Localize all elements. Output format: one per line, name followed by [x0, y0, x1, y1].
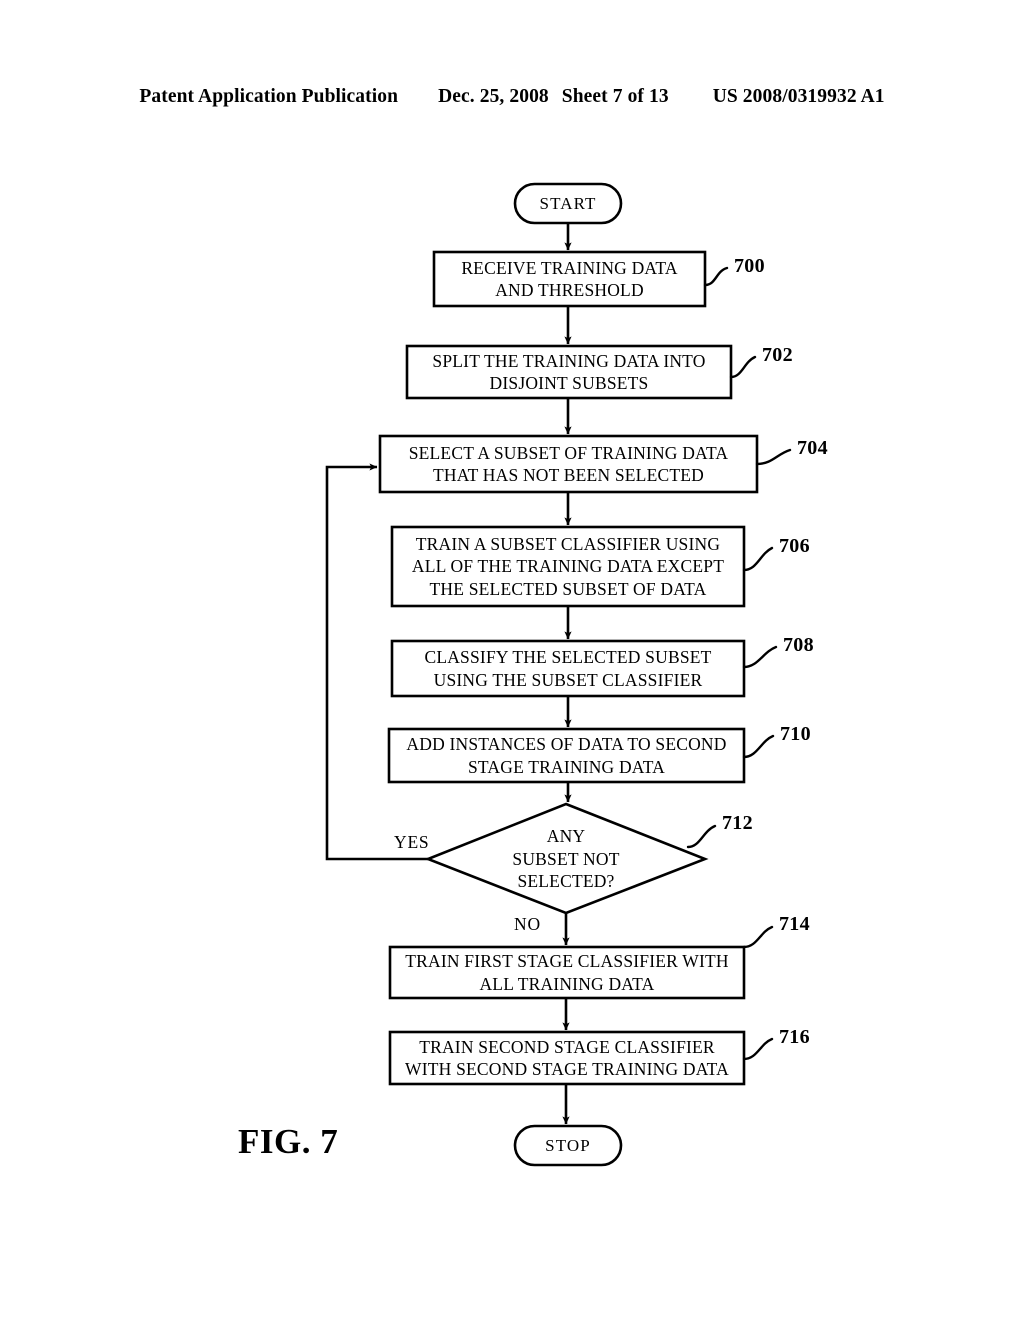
node-700-shape [432, 250, 707, 308]
edge-label-yes: YES [394, 832, 430, 852]
leader-708 [742, 645, 778, 669]
stop-terminal-shape [513, 1124, 623, 1167]
reference-numeral-702: 702 [762, 344, 793, 366]
leader-702 [729, 355, 757, 379]
leader-706 [742, 546, 774, 572]
reference-numeral-708: 708 [783, 634, 814, 656]
reference-numeral-700: 700 [734, 255, 765, 277]
node-702-shape [405, 344, 733, 400]
leader-716 [742, 1037, 774, 1061]
node-712-shape [424, 802, 709, 915]
reference-numeral-704: 704 [797, 437, 828, 459]
reference-numeral-712: 712 [722, 812, 753, 834]
reference-numeral-710: 710 [780, 723, 811, 745]
leader-712 [686, 824, 717, 849]
start-terminal-shape [513, 182, 623, 225]
node-716-shape [388, 1030, 746, 1086]
edge-label-no: NO [514, 914, 541, 934]
leader-710 [742, 734, 775, 759]
node-710-shape [387, 727, 746, 784]
reference-numeral-706: 706 [779, 535, 810, 557]
node-704-shape [378, 434, 759, 494]
flowchart-diagram: START STOP RECEIVE TRAINING DATA AND THR… [0, 0, 1024, 1320]
node-708-shape [390, 639, 746, 698]
reference-numeral-716: 716 [779, 1026, 810, 1048]
reference-numeral-714: 714 [779, 913, 810, 935]
leader-714 [742, 925, 774, 949]
flowchart-graphics [325, 182, 792, 1167]
leader-700 [703, 266, 729, 287]
node-714-shape [388, 945, 746, 1000]
leader-704 [755, 448, 792, 466]
node-706-shape [390, 525, 746, 608]
